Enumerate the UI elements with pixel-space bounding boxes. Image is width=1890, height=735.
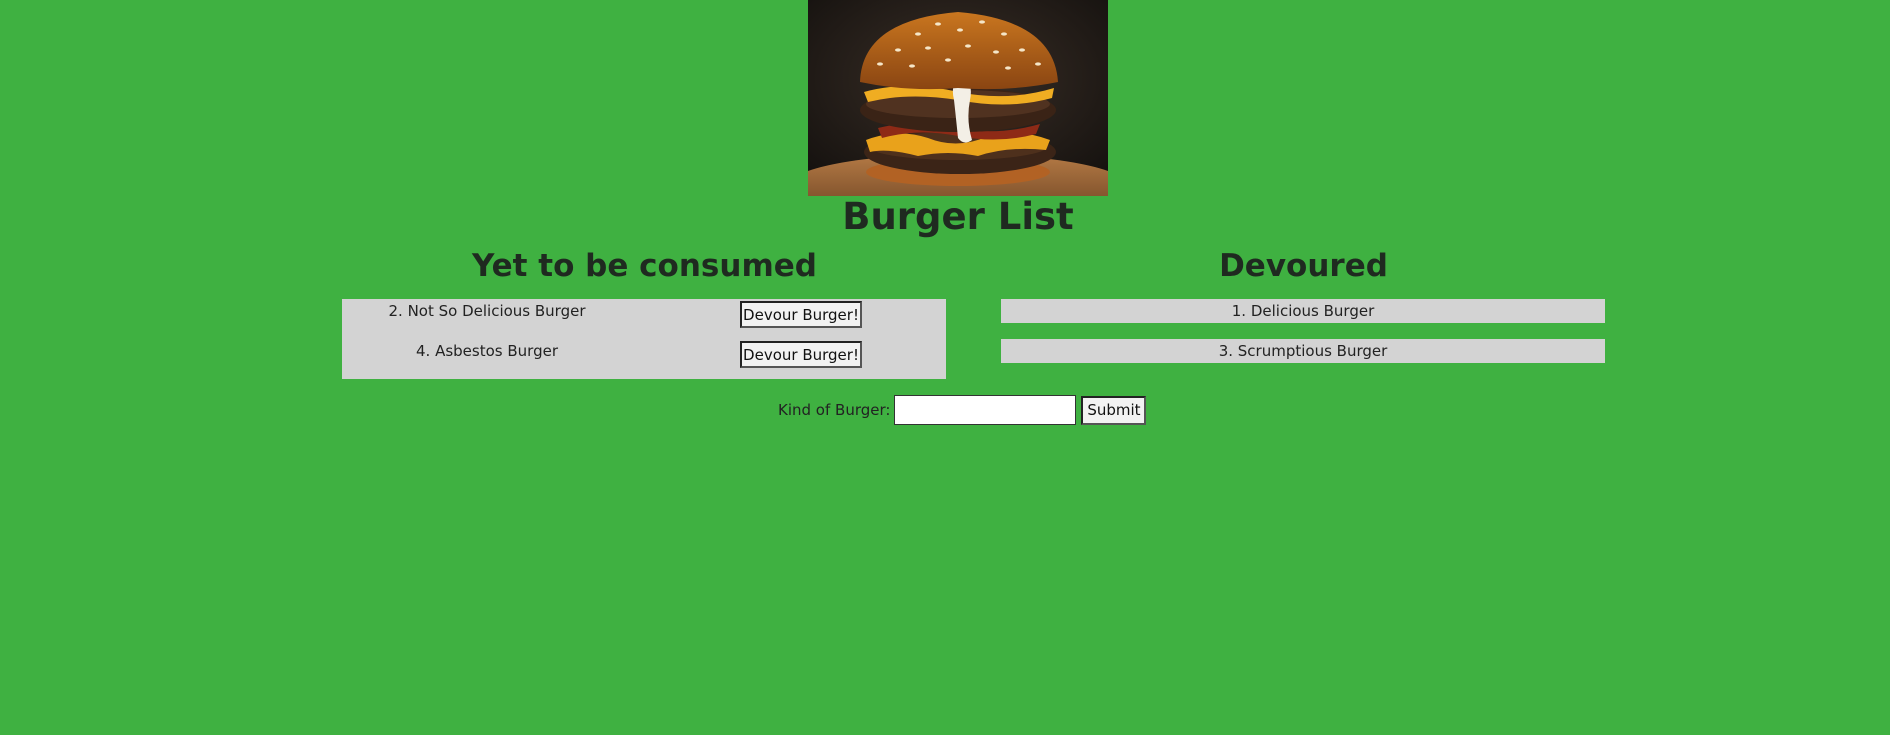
page-title: Burger List — [842, 195, 1074, 238]
add-burger-form: Kind of Burger: Submit — [778, 395, 1147, 425]
burger-photo-icon — [808, 0, 1108, 196]
burger-kind-input[interactable] — [894, 395, 1077, 425]
burger-image — [808, 0, 1108, 196]
pending-burgers-panel: 2. Not So Delicious Burger Devour Burger… — [342, 299, 946, 379]
pending-burger-label: 4. Asbestos Burger — [416, 342, 558, 360]
devoured-burger-item: 3. Scrumptious Burger — [1001, 339, 1605, 363]
pending-column-title: Yet to be consumed — [472, 248, 817, 284]
devour-burger-button[interactable]: Devour Burger! — [740, 341, 862, 368]
devour-burger-button[interactable]: Devour Burger! — [740, 301, 862, 328]
pending-burger-label: 2. Not So Delicious Burger — [388, 302, 586, 320]
devoured-column-title: Devoured — [1219, 248, 1388, 284]
devoured-burger-item: 1. Delicious Burger — [1001, 299, 1605, 323]
pending-burger-item: 2. Not So Delicious Burger Devour Burger… — [342, 299, 946, 329]
pending-burger-item: 4. Asbestos Burger Devour Burger! — [342, 339, 946, 369]
burger-kind-label: Kind of Burger: — [778, 401, 891, 419]
submit-button[interactable]: Submit — [1081, 395, 1147, 425]
